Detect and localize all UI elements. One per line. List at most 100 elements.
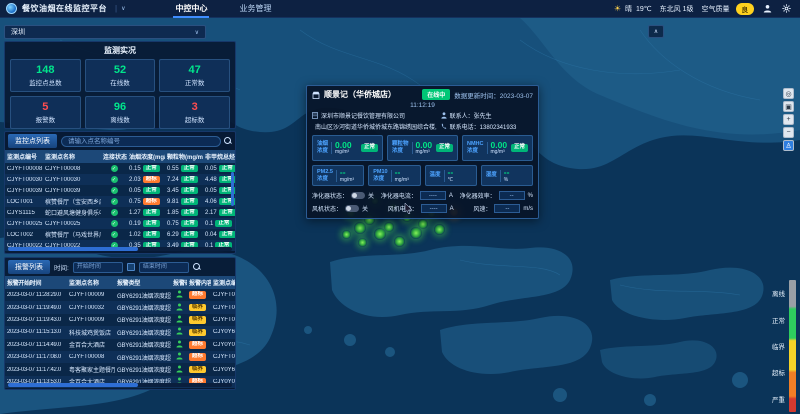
alarm-content-cell: 临界 <box>187 329 211 337</box>
stat-box[interactable]: 5 报警数 <box>10 96 81 129</box>
alarm-time: 2023-03-07 11:17:42.0 <box>5 367 67 373</box>
stat-label: 离线数 <box>110 114 130 124</box>
col-header: 监测点名称 <box>67 278 115 287</box>
dust-cell: 0.55 正常 <box>165 165 203 173</box>
smoke-value: 2.03 <box>129 177 141 183</box>
status-badge: 正常 <box>219 165 236 173</box>
contact-row: 联系人：张先生 <box>441 111 533 120</box>
locate-button[interactable]: ◎ <box>783 88 794 99</box>
monitor-table-tab[interactable]: 监控点列表 <box>8 134 57 148</box>
zoom-in-button[interactable]: + <box>783 114 794 125</box>
alarm-type: GBY6291油烟浓度超标报警 <box>115 353 171 362</box>
table-row[interactable]: 2023-03-07 11:19:49.0 CJYFT00032 GBY6291… <box>5 301 236 313</box>
metric-unit: mg/m³ <box>340 177 354 183</box>
collapse-top-button[interactable]: ∧ <box>648 25 664 38</box>
metric-box: 温度 -- ℃ <box>425 165 477 186</box>
smoke-value: 0.19 <box>129 221 141 227</box>
table-row[interactable]: CJYS1115 蛇口避风塘健身俱乐中心 ✓ 1.27 正常 1.85 正常 2… <box>5 207 236 218</box>
search-icon[interactable] <box>224 137 232 145</box>
connection-status: ✓ <box>101 187 127 194</box>
end-time-input[interactable] <box>139 262 189 273</box>
alarm-point-name: CJYFT00009 <box>67 317 115 323</box>
top-header: 餐饮油烟在线监控平台 | ∨ 中控中心 业务管理 ☀ 晴 19℃ 东北风 1级 … <box>0 0 800 18</box>
smoke-cell: 0.05 正常 <box>127 187 165 195</box>
alarm-confirm-cell[interactable] <box>171 290 187 300</box>
device-toggle[interactable] <box>351 192 365 199</box>
region-select-value: 深圳 <box>11 27 25 37</box>
stat-box[interactable]: 96 离线数 <box>85 96 156 129</box>
table-row[interactable]: 2023-03-07 11:17:42.0 粤客聚家主题餐厅 GBY6291油烟… <box>5 363 236 375</box>
chevron-down-icon[interactable]: ∨ <box>121 5 125 12</box>
layers-button[interactable]: ▣ <box>783 101 794 112</box>
alarm-point-id: CJYFT00009 <box>211 292 236 298</box>
dust-value: 0.75 <box>167 221 179 227</box>
tab-business-management[interactable]: 业务管理 <box>237 0 273 18</box>
alarm-time: 2023-03-07 11:19:43.0 <box>5 317 67 323</box>
table-row[interactable]: 2023-03-07 11:14:49.0 金百合大酒店 GBY6291油烟浓度… <box>5 339 236 351</box>
alarm-level-badge: 临界 <box>189 366 206 374</box>
metric-unit: mg/m³ <box>335 149 352 155</box>
smoke-cell: 0.75 超标 <box>127 198 165 206</box>
calendar-icon[interactable] <box>127 263 135 271</box>
dust-cell: 1.85 正常 <box>165 209 203 217</box>
col-header: 报警内容 <box>187 278 211 287</box>
legend-color-bar <box>789 280 796 412</box>
legend-label: 临界 <box>772 341 785 351</box>
zoom-out-button[interactable]: − <box>783 127 794 138</box>
vertical-scrollbar[interactable] <box>231 172 234 206</box>
table-row[interactable]: CJYFT00008 CJYFT00008 ✓ 0.15 正常 0.55 正常 … <box>5 163 236 174</box>
status-badge: 正常 <box>143 220 160 228</box>
smoke-cell: 1.27 正常 <box>127 209 165 217</box>
start-time-input[interactable] <box>73 262 123 273</box>
point-name: CJYFT00025 <box>43 221 101 227</box>
online-status-badge: 在线中 <box>422 89 450 100</box>
table-row[interactable]: CJYFT00030 CJYFT00030 ✓ 2.03 超标 7.24 正常 … <box>5 174 236 185</box>
col-header: 监测点名称 <box>43 152 101 161</box>
alarm-confirm-cell[interactable] <box>171 315 187 325</box>
alarm-confirm-cell[interactable] <box>171 340 187 350</box>
metric-box: PM10浓度 -- mg/m³ <box>368 165 420 186</box>
alarm-time: 2023-03-07 11:19:49.0 <box>5 305 67 311</box>
table-row[interactable]: CJYFT00039 CJYFT00039 ✓ 0.05 正常 3.45 正常 … <box>5 185 236 196</box>
nmhc-cell: 2.17 正常 <box>203 209 236 217</box>
smoke-cell: 0.15 正常 <box>127 165 165 173</box>
table-row[interactable]: 2023-03-07 11:17:08.0 CJYFT00008 GBY6291… <box>5 351 236 363</box>
street-view-button[interactable]: ♙ <box>783 140 794 151</box>
region-select[interactable]: 深圳 ∨ <box>4 25 206 39</box>
point-id: CJYFT00039 <box>5 188 43 194</box>
table-row[interactable]: 2023-03-07 11:19:43.0 CJYFT00009 GBY6291… <box>5 314 236 326</box>
alarm-table-body: 2023-03-07 11:28:29.0 CJYFT00009 GBY6291… <box>5 289 235 388</box>
time-filter-label: 时间: <box>54 262 69 272</box>
air-quality-label: 空气质量 <box>702 4 730 14</box>
table-row[interactable]: LOCT001 槟赞餐厅（宝安西乡店） ✓ 0.75 超标 9.81 正常 4.… <box>5 196 236 207</box>
metric-label: 湿度 <box>486 172 497 179</box>
current-value: ---- <box>421 204 447 213</box>
table-row[interactable]: LOCT002 槟赞餐厅（马戏世界广场店） ✓ 1.02 正常 6.29 正常 … <box>5 229 236 240</box>
metric-label: 颗粒物 <box>392 141 409 148</box>
tab-control-center[interactable]: 中控中心 <box>173 0 209 18</box>
device-toggle[interactable] <box>345 205 359 212</box>
table-row[interactable]: CJYFT00025 CJYFT00025 ✓ 0.19 正常 0.75 正常 … <box>5 218 236 229</box>
alarm-confirm-cell[interactable] <box>171 352 187 362</box>
alarm-confirm-cell[interactable] <box>171 303 187 313</box>
smoke-cell: 2.03 超标 <box>127 176 165 184</box>
alarm-confirm-cell[interactable] <box>171 327 187 337</box>
monitor-search-input[interactable] <box>61 136 221 147</box>
alarm-table-tab[interactable]: 报警列表 <box>8 260 50 274</box>
metric-box: 油烟浓度 0.00 mg/m³ 正常 <box>312 135 383 161</box>
header-divider: | <box>115 4 117 13</box>
metric-label: 油烟 <box>317 141 328 148</box>
stat-box[interactable]: 47 正常数 <box>159 59 230 92</box>
horizontal-scrollbar[interactable] <box>8 383 232 387</box>
confirm-person-icon <box>176 365 183 373</box>
alarm-confirm-cell[interactable] <box>171 365 187 375</box>
horizontal-scrollbar[interactable] <box>8 247 232 251</box>
user-icon[interactable] <box>762 3 773 14</box>
stat-box[interactable]: 3 超标数 <box>159 96 230 129</box>
table-row[interactable]: 2023-03-07 11:28:29.0 CJYFT00009 GBY6291… <box>5 289 236 301</box>
stat-box[interactable]: 52 在线数 <box>85 59 156 92</box>
search-icon[interactable] <box>193 263 201 271</box>
stat-box[interactable]: 148 监控点总数 <box>10 59 81 92</box>
gear-icon[interactable] <box>781 3 792 14</box>
table-row[interactable]: 2023-03-07 11:15:13.0 科技城鸡煲饭店 GBY6291油烟浓… <box>5 326 236 338</box>
